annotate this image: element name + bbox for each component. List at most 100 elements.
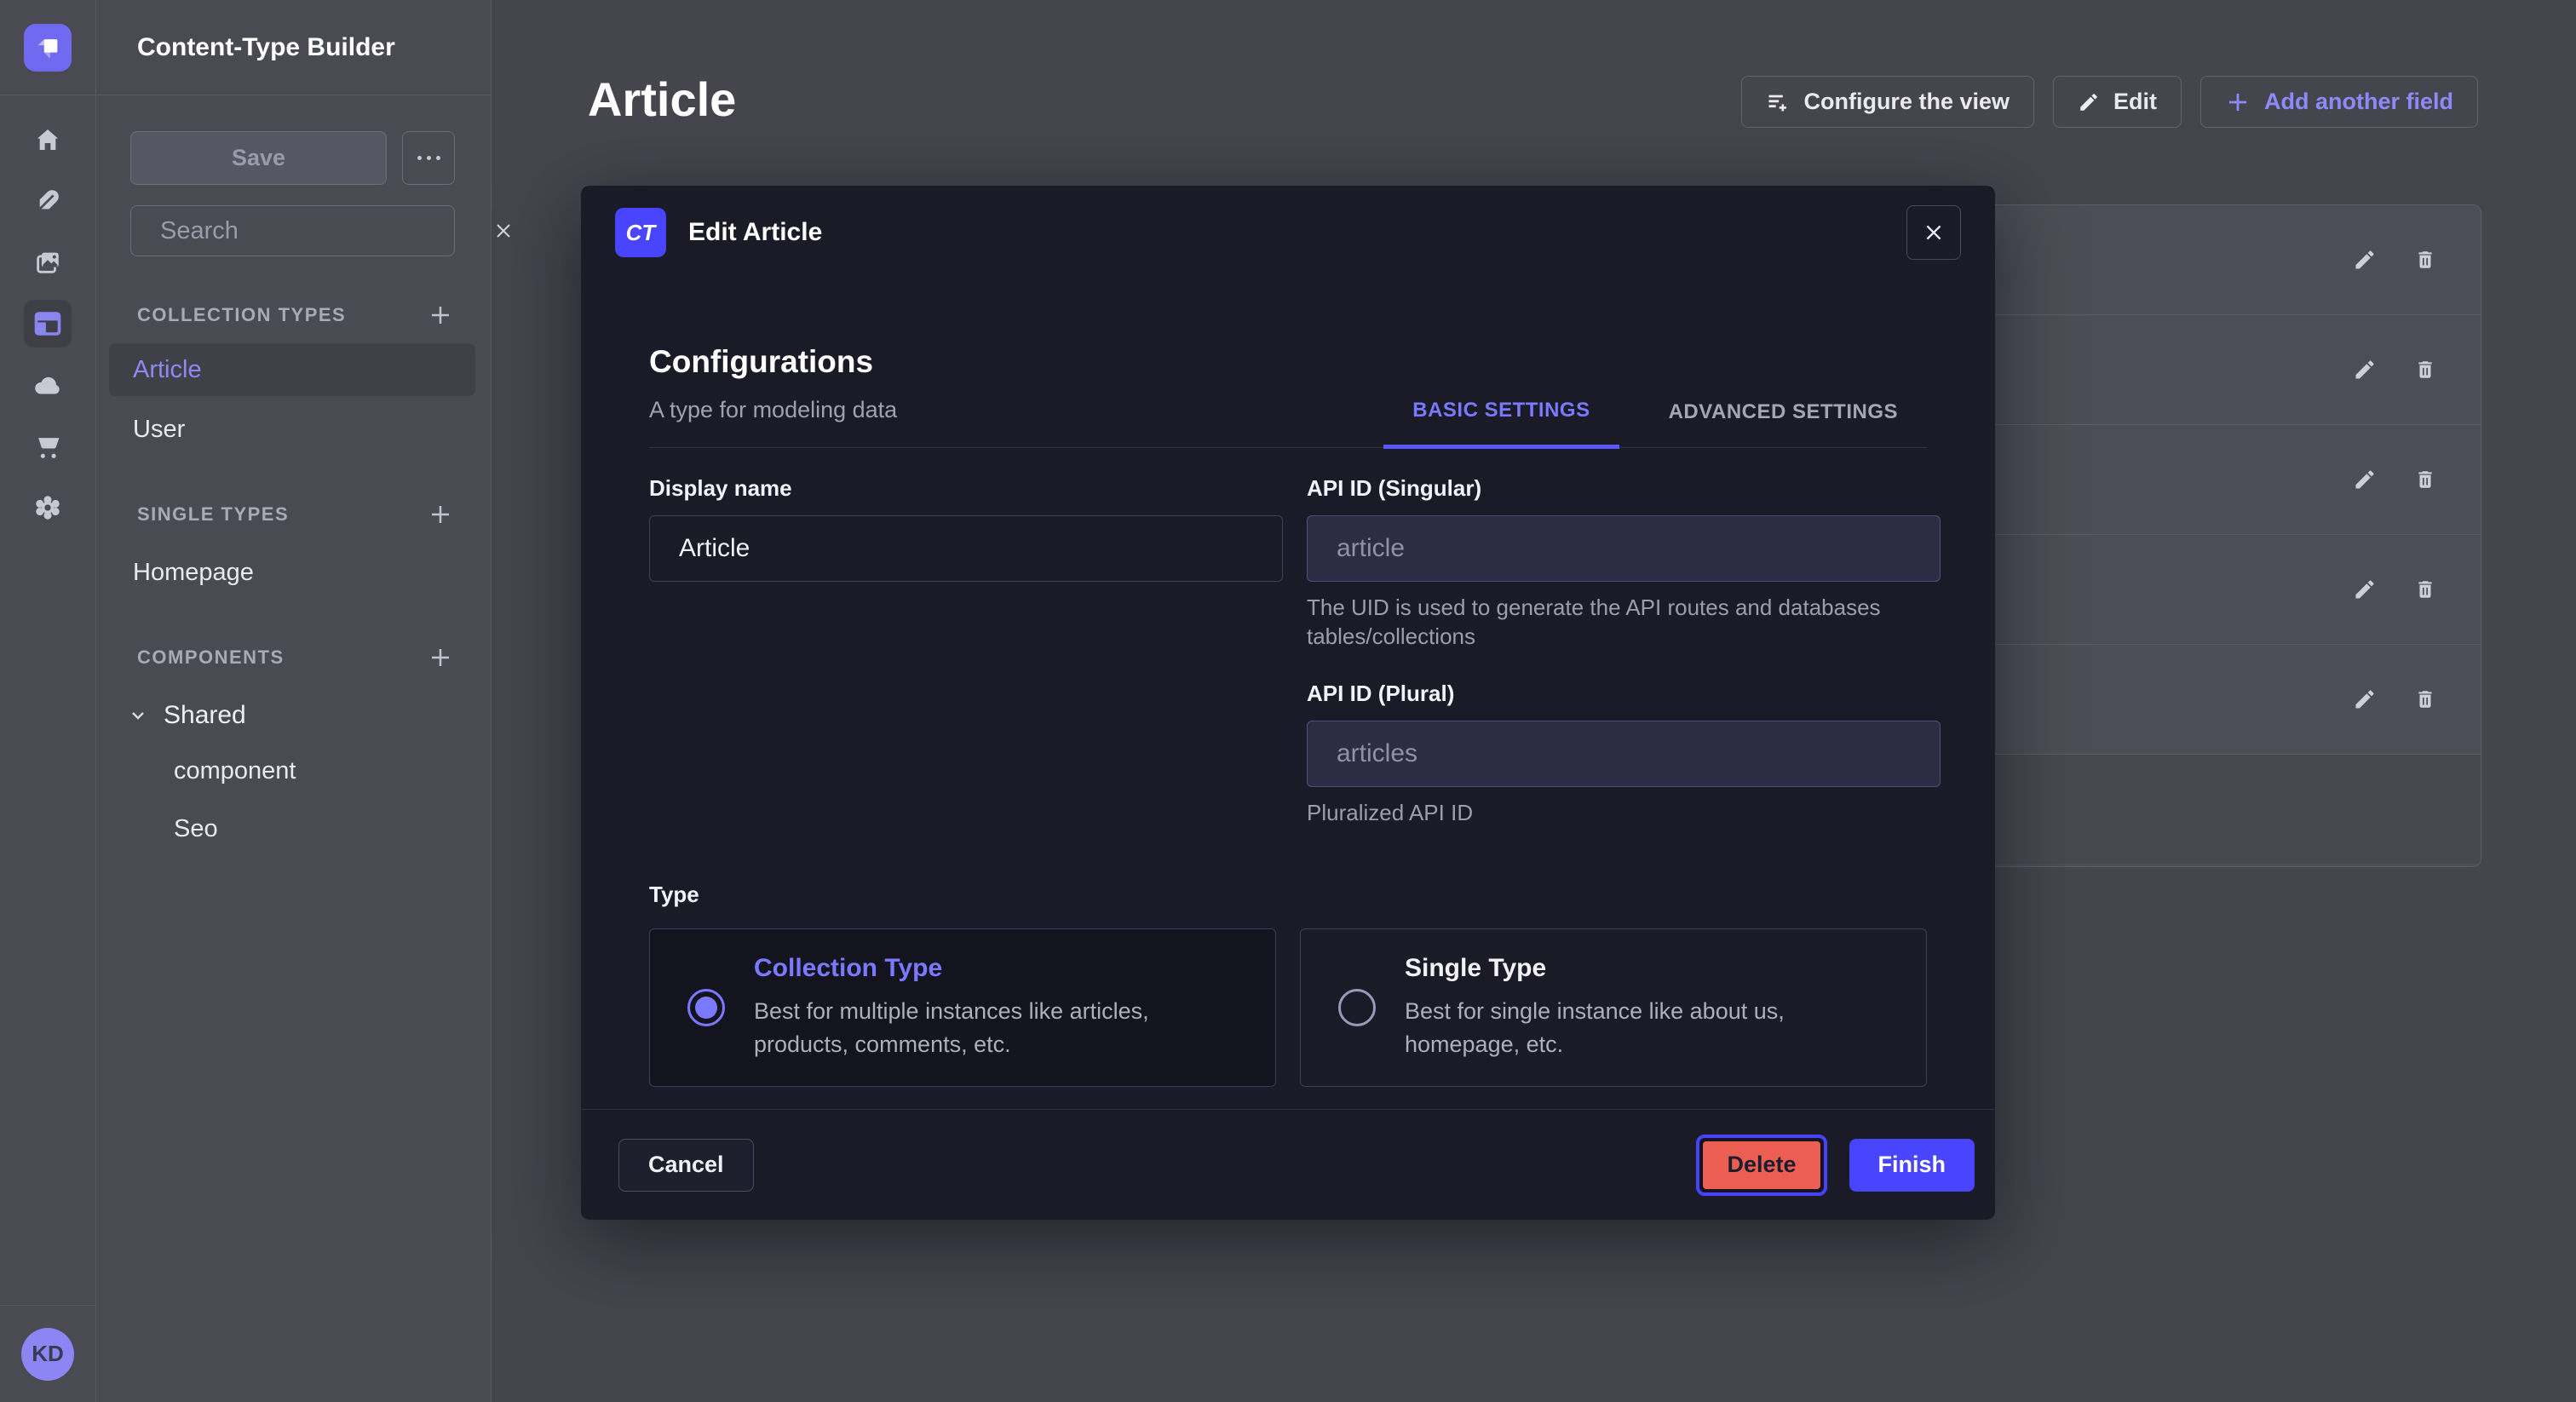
- finish-button[interactable]: Finish: [1849, 1139, 1975, 1192]
- strapi-logo[interactable]: [24, 24, 72, 72]
- media-library-icon[interactable]: [24, 238, 72, 286]
- strapi-logo-icon: [33, 33, 62, 62]
- api-id-plural-field-group: API ID (Plural) Pluralized API ID: [1307, 681, 1941, 828]
- content-type-badge: CT: [615, 208, 666, 257]
- modal-title: Edit Article: [688, 218, 822, 247]
- pencil-icon[interactable]: [2353, 468, 2377, 491]
- add-another-field-label: Add another field: [2264, 89, 2453, 115]
- plus-icon: [2225, 89, 2251, 115]
- type-options: Collection Type Best for multiple instan…: [649, 928, 1927, 1087]
- content-manager-feather-icon[interactable]: [24, 177, 72, 225]
- search-box: [130, 205, 455, 256]
- configure-view-button[interactable]: Configure the view: [1741, 76, 2034, 128]
- edit-label: Edit: [2113, 89, 2157, 115]
- footer-actions: Delete Finish: [1696, 1135, 1975, 1196]
- sidebar-header: Content-Type Builder: [96, 0, 491, 95]
- add-single-type-button[interactable]: [428, 502, 453, 527]
- settings-tabs: BASIC SETTINGS ADVANCED SETTINGS: [1383, 399, 1927, 447]
- single-type-option[interactable]: Single Type Best for single instance lik…: [1300, 928, 1927, 1087]
- close-icon[interactable]: [1906, 205, 1961, 260]
- sidebar-item-seo[interactable]: Seo: [109, 803, 475, 854]
- api-id-column: API ID (Singular) The UID is used to gen…: [1307, 475, 1941, 827]
- edit-button[interactable]: Edit: [2053, 76, 2182, 128]
- plugin-title: Content-Type Builder: [137, 33, 395, 62]
- tab-advanced-settings[interactable]: ADVANCED SETTINGS: [1640, 399, 1927, 447]
- cloud-icon[interactable]: [24, 361, 72, 409]
- configure-view-label: Configure the view: [1803, 89, 2010, 115]
- configure-view-icon: [1766, 90, 1790, 114]
- more-options-button[interactable]: [402, 131, 455, 185]
- pencil-icon[interactable]: [2353, 577, 2377, 601]
- api-id-singular-field-group: API ID (Singular) The UID is used to gen…: [1307, 475, 1941, 652]
- search-input[interactable]: [160, 217, 481, 245]
- api-id-singular-label: API ID (Singular): [1307, 475, 1941, 502]
- api-id-plural-input[interactable]: [1307, 721, 1941, 787]
- modal-header: CT Edit Article: [581, 186, 1995, 279]
- config-heading: Configurations: [649, 344, 897, 380]
- radio-selected-icon: [687, 989, 725, 1026]
- user-avatar[interactable]: KD: [21, 1328, 74, 1381]
- settings-gear-icon[interactable]: [24, 484, 72, 531]
- radio-unselected-icon: [1338, 989, 1376, 1026]
- sidebar-controls: Save: [96, 95, 491, 185]
- pencil-icon: [2078, 91, 2100, 113]
- api-id-plural-helper: Pluralized API ID: [1307, 799, 1895, 828]
- app-screen: KD Content-Type Builder Save COLLECTION …: [0, 0, 2576, 1402]
- pencil-icon[interactable]: [2353, 358, 2377, 382]
- cancel-button[interactable]: Cancel: [618, 1139, 754, 1192]
- pencil-icon[interactable]: [2353, 248, 2377, 272]
- config-subheading: A type for modeling data: [649, 397, 897, 423]
- add-another-field-button[interactable]: Add another field: [2200, 76, 2478, 128]
- delete-button[interactable]: Delete: [1703, 1141, 1820, 1189]
- icon-rail: KD: [0, 0, 96, 1402]
- component-group-label: Shared: [164, 701, 246, 730]
- trash-icon[interactable]: [2414, 359, 2436, 381]
- collection-type-description: Best for multiple instances like article…: [754, 995, 1238, 1061]
- trash-icon[interactable]: [2414, 688, 2436, 710]
- display-name-input[interactable]: [649, 515, 1283, 582]
- rail-footer: KD: [0, 1305, 95, 1402]
- chevron-down-icon: [128, 705, 148, 726]
- pencil-icon[interactable]: [2353, 687, 2377, 711]
- api-id-singular-helper: The UID is used to generate the API rout…: [1307, 594, 1895, 652]
- sidebar-item-homepage[interactable]: Homepage: [109, 546, 475, 599]
- add-component-button[interactable]: [428, 645, 453, 670]
- collection-type-title: Collection Type: [754, 954, 1238, 983]
- display-name-label: Display name: [649, 475, 1283, 502]
- collection-type-option[interactable]: Collection Type Best for multiple instan…: [649, 928, 1276, 1087]
- tab-basic-settings[interactable]: BASIC SETTINGS: [1383, 399, 1619, 449]
- delete-button-focus-ring: Delete: [1696, 1135, 1826, 1196]
- trash-icon[interactable]: [2414, 468, 2436, 491]
- header-actions: Configure the view Edit Add another fiel…: [1741, 76, 2478, 128]
- add-collection-type-button[interactable]: [428, 302, 453, 328]
- collection-types-header: COLLECTION TYPES: [137, 302, 453, 328]
- sidebar-item-user[interactable]: User: [109, 403, 475, 456]
- section-label: SINGLE TYPES: [137, 503, 289, 526]
- page-title: Article: [588, 72, 736, 127]
- single-type-title: Single Type: [1405, 954, 1889, 983]
- sidebar-item-article[interactable]: Article: [109, 343, 475, 396]
- rail-icon-list: [0, 95, 95, 531]
- display-name-field-group: Display name: [649, 475, 1283, 827]
- components-header: COMPONENTS: [137, 645, 453, 670]
- single-type-description: Best for single instance like about us, …: [1405, 995, 1889, 1061]
- edit-article-modal: CT Edit Article Configurations A type fo…: [581, 186, 1995, 1220]
- config-form: Display name API ID (Singular) The UID i…: [649, 475, 1927, 827]
- sidebar: Content-Type Builder Save COLLECTION TYP…: [96, 0, 492, 1402]
- api-id-singular-input[interactable]: [1307, 515, 1941, 582]
- content-type-builder-icon[interactable]: [24, 300, 72, 348]
- modal-footer: Cancel Delete Finish: [581, 1109, 1995, 1220]
- sidebar-item-component[interactable]: component: [109, 745, 475, 796]
- section-label: COLLECTION TYPES: [137, 304, 346, 326]
- component-group-shared[interactable]: Shared: [109, 689, 475, 742]
- modal-body: Configurations A type for modeling data …: [581, 344, 1995, 1087]
- home-icon[interactable]: [24, 116, 72, 164]
- rail-header: [0, 0, 95, 95]
- section-label: COMPONENTS: [137, 646, 285, 669]
- save-button[interactable]: Save: [130, 131, 387, 185]
- trash-icon[interactable]: [2414, 249, 2436, 271]
- type-label: Type: [649, 882, 1927, 908]
- trash-icon[interactable]: [2414, 578, 2436, 600]
- single-types-header: SINGLE TYPES: [137, 502, 453, 527]
- marketplace-cart-icon[interactable]: [24, 422, 72, 470]
